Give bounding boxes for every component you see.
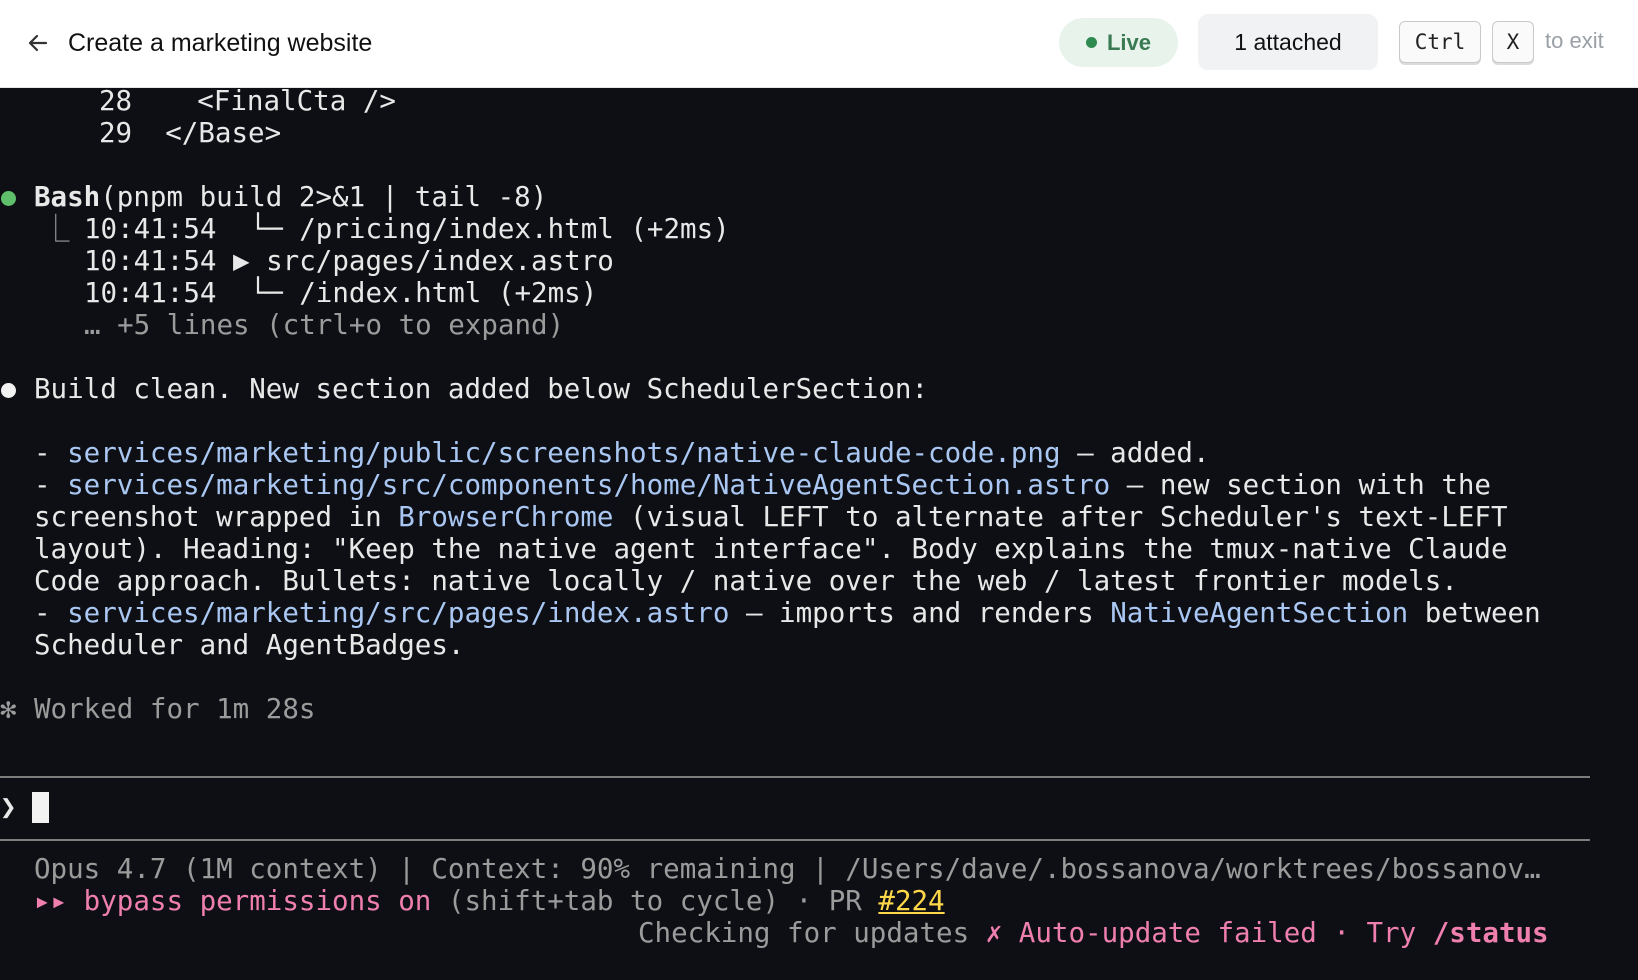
item-text: — new section with the bbox=[1110, 469, 1491, 501]
bash-args: (pnpm build 2>&1 | tail -8) bbox=[100, 181, 548, 213]
kbd-ctrl: Ctrl bbox=[1399, 21, 1481, 63]
output-text: ▶ src/pages/index.astro bbox=[216, 245, 614, 277]
message-intro: Build clean. New section added below Sch… bbox=[34, 373, 929, 405]
asterisk-icon: ✻ bbox=[0, 693, 17, 725]
output-text: └─ /index.html (+2ms) bbox=[216, 277, 598, 309]
code-line-29: 29 </Base> bbox=[99, 117, 281, 149]
item-text: — added. bbox=[1060, 437, 1210, 469]
exit-hint: to exit bbox=[1545, 28, 1604, 53]
component-link[interactable]: BrowserChrome bbox=[398, 501, 613, 533]
message-bullet-icon bbox=[1, 383, 16, 398]
bypass-label: ▸▸ bypass permissions on bbox=[34, 885, 432, 917]
terminal[interactable]: 28 <FinalCta /> 29 </Base> Bash(pnpm bui… bbox=[0, 85, 1638, 980]
bash-output-line: 10:41:54 └─ /pricing/index.html (+2ms) bbox=[84, 213, 730, 245]
pr-link[interactable]: #224 bbox=[878, 885, 944, 917]
component-link[interactable]: NativeAgentSection bbox=[1110, 597, 1408, 629]
code-line-28: 28 <FinalCta /> bbox=[99, 85, 396, 117]
list-item: - services/marketing/src/pages/index.ast… bbox=[34, 597, 1541, 629]
list-item: - services/marketing/src/components/home… bbox=[34, 469, 1491, 501]
output-time: 10:41:54 bbox=[84, 213, 217, 245]
item-text: (visual LEFT to alternate after Schedule… bbox=[613, 501, 1508, 533]
list-item-continuation: Scheduler and AgentBadges. bbox=[34, 629, 465, 661]
update-status: Checking for updates ✗ Auto-update faile… bbox=[638, 917, 1549, 949]
code-text: </Base> bbox=[165, 117, 282, 149]
item-text: screenshot wrapped in bbox=[34, 501, 399, 533]
bash-output-branch-icon: ⎿ bbox=[42, 213, 70, 245]
update-failed-text: ✗ Auto-update failed · Try bbox=[985, 917, 1433, 949]
model-status: Opus 4.7 (1M context) | Context: 90% rem… bbox=[34, 853, 1541, 885]
bash-tool-name: Bash bbox=[34, 181, 101, 213]
bash-status-icon bbox=[1, 191, 16, 206]
list-item-continuation: layout). Heading: "Keep the native agent… bbox=[34, 533, 1508, 565]
expand-hint[interactable]: … +5 lines (ctrl+o to expand) bbox=[84, 309, 564, 341]
bash-output-line: 10:41:54 ▶ src/pages/index.astro bbox=[84, 245, 614, 277]
code-text: <FinalCta /> bbox=[197, 85, 396, 117]
checking-text: Checking for updates bbox=[638, 917, 986, 949]
file-path-link[interactable]: services/marketing/src/pages/index.astro bbox=[67, 597, 729, 629]
item-text: between bbox=[1408, 597, 1541, 629]
file-path-link[interactable]: services/marketing/public/screenshots/na… bbox=[67, 437, 1060, 469]
kbd-x: X bbox=[1492, 21, 1534, 63]
prompt-input[interactable] bbox=[32, 792, 49, 823]
arrow-left-icon-svg bbox=[28, 34, 48, 52]
output-time: 10:41:54 bbox=[84, 245, 217, 277]
list-item: - services/marketing/public/screenshots/… bbox=[34, 437, 1210, 469]
page-title: Create a marketing website bbox=[68, 29, 373, 57]
attached-button[interactable]: 1 attached bbox=[1198, 14, 1378, 70]
permission-status: ▸▸ bypass permissions on (shift+tab to c… bbox=[34, 885, 945, 917]
bash-header: Bash(pnpm build 2>&1 | tail -8) bbox=[34, 181, 547, 213]
file-path-link[interactable]: services/marketing/src/components/home/N… bbox=[67, 469, 1110, 501]
output-text: └─ /pricing/index.html (+2ms) bbox=[216, 213, 730, 245]
bash-output-line: 10:41:54 └─ /index.html (+2ms) bbox=[84, 277, 597, 309]
status-command-link[interactable]: /status bbox=[1433, 917, 1549, 949]
line-number: 29 bbox=[99, 117, 133, 149]
top-bar: Create a marketing website Live 1 attach… bbox=[0, 0, 1638, 88]
arrow-left-icon[interactable] bbox=[26, 26, 52, 60]
worked-duration: Worked for 1m 28s bbox=[34, 693, 316, 725]
prompt-bottom-divider bbox=[0, 839, 1590, 841]
line-number: 28 bbox=[99, 85, 133, 117]
live-badge: Live bbox=[1059, 18, 1178, 67]
output-time: 10:41:54 bbox=[84, 277, 217, 309]
list-item-continuation: Code approach. Bullets: native locally /… bbox=[34, 565, 1458, 597]
prompt-caret-icon: ❯ bbox=[0, 791, 17, 823]
cycle-hint: (shift+tab to cycle) · PR bbox=[431, 885, 879, 917]
live-label: Live bbox=[1106, 29, 1152, 55]
list-item-continuation: screenshot wrapped in BrowserChrome (vis… bbox=[34, 501, 1508, 533]
prompt-top-divider bbox=[0, 776, 1590, 778]
live-dot-icon bbox=[1085, 37, 1097, 48]
item-text: — imports and renders bbox=[729, 597, 1111, 629]
